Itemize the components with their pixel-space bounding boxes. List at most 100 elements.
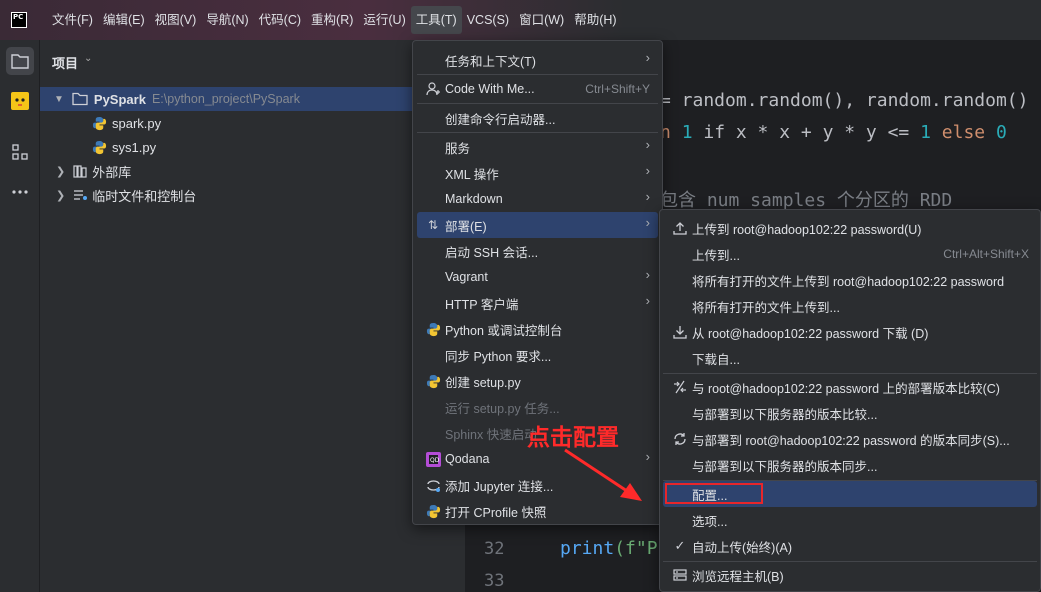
tree-item-path: E:\python_project\PySpark [151, 92, 300, 106]
menu-separator [417, 132, 658, 133]
remote-host-icon [672, 567, 688, 583]
menu-item-start-ssh[interactable]: 启动 SSH 会话... [417, 238, 658, 264]
qodana-icon: QD [425, 451, 441, 467]
python-icon [425, 503, 441, 519]
scratches-icon [74, 190, 88, 200]
menu-item-download-from[interactable]: 下载自... [663, 345, 1037, 371]
line-number: 32 [484, 539, 505, 559]
menu-refactor[interactable]: 重构(R) [306, 6, 358, 34]
tree-item-project-root[interactable]: ▼ PySpark E:\python_project\PySpark [40, 87, 412, 111]
menu-item-label: 上传到... [692, 248, 740, 263]
menu-item-shortcut: Ctrl+Shift+Y [585, 82, 650, 96]
menu-item-label: 运行 setup.py 任务... [445, 401, 560, 416]
menu-code[interactable]: 代码(C) [254, 6, 306, 34]
menu-item-label: 浏览远程主机(B) [692, 569, 784, 584]
chevron-right-icon: › [645, 215, 650, 230]
menu-item-download-from-server[interactable]: 从 root@hadoop102:22 password 下载 (D) [663, 319, 1037, 345]
folder-icon[interactable] [6, 47, 34, 75]
menu-run[interactable]: 运行(U) [358, 6, 410, 34]
pycharm-logo-icon: PC [11, 12, 27, 28]
menu-separator [417, 103, 658, 104]
check-icon: ✓ [674, 538, 686, 553]
menu-item-markdown[interactable]: Markdown › [417, 186, 658, 212]
tree-item-external-libraries[interactable]: ❯ 外部库 [40, 159, 465, 183]
deployment-submenu: 上传到 root@hadoop102:22 password(U) 上传到...… [659, 209, 1041, 592]
menu-item-sync-requirements[interactable]: 同步 Python 要求... [417, 342, 658, 368]
plugin-avatar-icon[interactable] [6, 87, 34, 115]
menu-item-create-launcher[interactable]: 创建命令行启动器... [417, 105, 658, 131]
menu-item-deployment[interactable]: ⇅ 部署(E) › [417, 212, 658, 238]
menu-item-browse-remote-host[interactable]: 浏览远程主机(B) [663, 562, 1037, 588]
menu-item-tasks-context[interactable]: 任务和上下文(T) › [417, 47, 658, 73]
tree-item-file[interactable]: spark.py [40, 111, 465, 135]
library-icon [73, 165, 87, 178]
chevron-right-icon: › [645, 293, 650, 308]
menu-item-create-setup[interactable]: 创建 setup.py [417, 368, 658, 394]
menu-item-label: 与部署到 root@hadoop102:22 password 的版本同步(S)… [692, 433, 1010, 448]
chevron-right-icon: › [645, 137, 650, 152]
menu-item-label: 与部署到以下服务器的版本比较... [692, 407, 878, 422]
menu-item-compare-with-server[interactable]: 与部署到以下服务器的版本比较... [663, 400, 1037, 426]
code-line: n 1 if x * x + y * y <= 1 else 0 [660, 122, 1007, 143]
menu-edit[interactable]: 编辑(E) [98, 6, 150, 34]
menu-item-sync-deployed[interactable]: 与部署到 root@hadoop102:22 password 的版本同步(S)… [663, 426, 1037, 452]
tree-item-label: sys1.py [112, 139, 157, 155]
menu-item-automatic-upload[interactable]: ✓ 自动上传(始终)(A) [663, 533, 1037, 559]
menu-view[interactable]: 视图(V) [150, 6, 202, 34]
menu-item-upload-to-server[interactable]: 上传到 root@hadoop102:22 password(U) [663, 215, 1037, 241]
menu-item-sync-with-server[interactable]: 与部署到以下服务器的版本同步... [663, 452, 1037, 478]
line-number: 33 [484, 571, 505, 591]
menu-item-label: 打开 CProfile 快照 [445, 505, 547, 520]
menu-item-upload-to[interactable]: 上传到... Ctrl+Alt+Shift+X [663, 241, 1037, 267]
annotation-arrow-icon [564, 448, 642, 501]
menu-help[interactable]: 帮助(H) [569, 6, 621, 34]
menu-item-label: XML 操作 [445, 167, 499, 182]
code-token: 1 [681, 122, 693, 143]
menu-item-shortcut: Ctrl+Alt+Shift+X [943, 247, 1029, 261]
menu-item-label: Markdown [445, 192, 503, 206]
menu-item-upload-all-open-to[interactable]: 将所有打开的文件上传到... [663, 293, 1037, 319]
person-icon [425, 81, 441, 97]
python-icon [425, 373, 441, 389]
menu-window[interactable]: 窗口(W) [514, 6, 569, 34]
chevron-right-icon: › [645, 267, 650, 282]
python-icon [92, 140, 107, 154]
code-line: = random.random(), random.random() [660, 90, 1029, 111]
tree-item-file[interactable]: sys1.py [40, 135, 465, 159]
menu-item-label: 将所有打开的文件上传到 root@hadoop102:22 password [692, 274, 1005, 289]
code-token: 1 [920, 122, 931, 143]
menu-vcs[interactable]: VCS(S) [462, 6, 514, 34]
menu-item-label: HTTP 客户端 [445, 297, 519, 312]
menu-item-vagrant[interactable]: Vagrant › [417, 264, 658, 290]
menu-item-compare-deployed[interactable]: 与 root@hadoop102:22 password 上的部署版本比较(C) [663, 374, 1037, 400]
menu-item-label: 启动 SSH 会话... [445, 245, 539, 260]
highlight-box [665, 483, 763, 504]
menu-item-http-client[interactable]: HTTP 客户端 › [417, 290, 658, 316]
menu-item-python-console[interactable]: Python 或调试控制台 [417, 316, 658, 342]
menu-item-label: 服务 [445, 141, 471, 156]
menu-navigate[interactable]: 导航(N) [201, 6, 253, 34]
menu-item-xml-actions[interactable]: XML 操作 › [417, 160, 658, 186]
sync-icon [672, 431, 688, 447]
menu-tools[interactable]: 工具(T) [410, 6, 462, 34]
chevron-down-icon[interactable]: ⌄ [84, 53, 92, 64]
upload-icon [672, 220, 688, 236]
project-panel: 项目 ⌄ ▼ PySpark E:\python_project\PySpark… [40, 40, 465, 592]
folder-icon [72, 92, 88, 106]
menu-item-options[interactable]: 选项... [663, 507, 1037, 533]
menu-item-code-with-me[interactable]: Code With Me... Ctrl+Shift+Y [417, 76, 658, 102]
panel-title[interactable]: 项目 [52, 53, 78, 72]
menu-file[interactable]: 文件(F) [47, 6, 98, 34]
menu-item-label: 创建 setup.py [445, 375, 521, 390]
code-token: 0 [995, 122, 1007, 143]
menu-item-upload-all-open[interactable]: 将所有打开的文件上传到 root@hadoop102:22 password [663, 267, 1037, 293]
more-icon[interactable] [6, 178, 34, 206]
menu-item-label: 与部署到以下服务器的版本同步... [692, 459, 878, 474]
code-token: else [930, 122, 996, 143]
chevron-right-icon[interactable]: ❯ [56, 189, 65, 202]
chevron-right-icon[interactable]: ❯ [56, 165, 65, 178]
menu-item-services[interactable]: 服务 › [417, 134, 658, 160]
chevron-down-icon[interactable]: ▼ [54, 94, 64, 105]
structure-icon[interactable] [6, 138, 34, 166]
tree-item-scratches[interactable]: ❯ 临时文件和控制台 [40, 183, 465, 207]
